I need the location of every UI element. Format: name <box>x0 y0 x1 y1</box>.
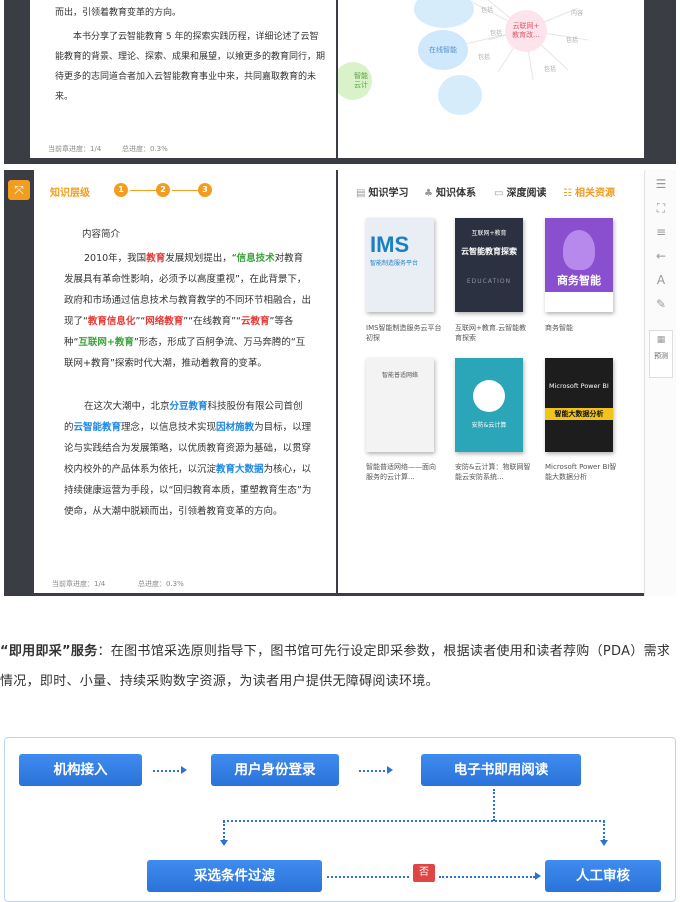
top-reader-left-page: 而出，引领着教育变革的方向。 本书分享了云智能教育 5 年的探索实践历程，详细论… <box>30 0 336 158</box>
flow-step-manual-review[interactable]: 人工审核 <box>545 860 661 892</box>
mindmap-lines <box>447 0 589 81</box>
flow-step-user-login[interactable]: 用户身份登录 <box>211 754 339 786</box>
reader-left-page: 知识层级 1 2 3 内容简介 2010年，我国教育发展规划提出，“信息技术对教… <box>34 170 336 593</box>
mindmap-spoke-label: 内容 <box>571 10 584 17</box>
list-icon: ▤ <box>356 188 366 199</box>
highlighted-term[interactable]: 信息技术 <box>237 253 275 264</box>
mindmap-spoke-label: 包括 <box>566 37 579 44</box>
tab-deep-reading[interactable]: ▭ 深度阅读 <box>494 184 546 199</box>
grid-icon: ▦ <box>656 335 666 345</box>
highlighted-term[interactable]: 分豆教育 <box>170 401 208 412</box>
paragraph-text: 理念，以信息技术实现 <box>121 422 217 433</box>
edit-icon[interactable]: ✎ <box>653 296 669 312</box>
knowledge-level-label: 知识层级 <box>50 188 90 199</box>
level-step-3[interactable]: 3 <box>198 183 212 197</box>
mindmap-spoke-label: 包括 <box>478 54 491 61</box>
book-cover[interactable]: 安防&云计算 <box>455 358 523 452</box>
paragraph-text: 2010年，我国 <box>84 253 147 264</box>
paragraph-text: ”“ <box>135 316 146 327</box>
flow-step-condition-filter[interactable]: 采选条件过滤 <box>147 860 322 892</box>
intro-title: 内容简介 <box>82 229 121 240</box>
no-badge: 否 <box>413 864 435 882</box>
highlighted-term[interactable]: 因材施教 <box>216 422 254 433</box>
book-title[interactable]: 互联网+教育.云智能教育探索 <box>455 323 531 343</box>
list-icon[interactable]: ≡ <box>653 224 669 240</box>
book-title[interactable]: 智能普适网络——面向服务的云计算... <box>366 462 442 482</box>
flow-step-institution-access[interactable]: 机构接入 <box>19 754 142 786</box>
mindmap-node-online[interactable]: 在线智能 <box>418 30 468 70</box>
mindmap-toggle-icon[interactable]: ⤧ <box>8 180 30 200</box>
service-text: ：在图书馆采选原则指导下，图书馆可先行设定即采参数，根据读者使用和读者荐购（PD… <box>0 644 671 689</box>
menu-icon[interactable]: ☰ <box>653 176 669 192</box>
mindmap-spoke-label: 包括 <box>490 30 503 37</box>
flow-connector <box>603 821 605 841</box>
flow-connector <box>359 770 389 772</box>
arrow-right-icon <box>387 766 393 774</box>
step-connector <box>130 190 156 191</box>
book-cover[interactable]: 智能普适网络 <box>366 358 434 452</box>
tab-related-resources[interactable]: ☷ 相关资源 <box>563 184 615 199</box>
highlighted-term[interactable]: 教育 <box>146 253 165 264</box>
flow-step-ebook-reading[interactable]: 电子书即用阅读 <box>421 754 581 786</box>
total-progress: 总进度：0.3% <box>138 580 184 588</box>
head-graphic-icon <box>563 230 595 270</box>
flow-connector <box>327 876 409 878</box>
intro-paragraph-2: 在这次大潮中，北京分豆教育科技股份有限公司首创的云智能教育理念，以信息技术实现因… <box>64 396 312 522</box>
arrow-right-icon <box>535 872 541 880</box>
arrow-right-icon <box>181 766 187 774</box>
mindmap-spoke-label: 包括 <box>544 66 557 73</box>
level-step-2[interactable]: 2 <box>156 183 170 197</box>
side-toolbar: ☰ ⛶ ≡ ← A ✎ ▦ 预测 <box>644 170 676 596</box>
highlighted-term[interactable]: 互联网+教育 <box>78 337 133 348</box>
fullscreen-icon[interactable]: ⛶ <box>653 200 669 216</box>
book-cover[interactable]: Microsoft Power BI 智能大数据分析 <box>545 358 613 452</box>
hierarchy-icon: ♣ <box>424 188 433 199</box>
tab-knowledge-learning[interactable]: ▤ 知识学习 <box>356 184 408 199</box>
tab-knowledge-system[interactable]: ♣ 知识体系 <box>424 184 476 199</box>
book-title[interactable]: 安防&云计算：物联网智能云安防系统... <box>455 462 531 482</box>
arrow-down-icon <box>600 840 608 846</box>
shield-graphic-icon <box>473 380 505 412</box>
paragraph-text: 在这次大潮中，北京 <box>84 401 170 412</box>
mindmap-spoke-label: 包括 <box>481 7 494 14</box>
book-cover[interactable]: IMS 智能制造服务平台 <box>366 218 434 312</box>
font-size-icon[interactable]: A <box>653 272 669 288</box>
doc-icon: ▭ <box>494 188 504 199</box>
flow-connector <box>439 876 535 878</box>
service-title: “即用即采”服务 <box>0 644 98 659</box>
flow-connector <box>223 820 605 822</box>
book-cover[interactable]: 商务智能 <box>545 218 613 312</box>
mindmap-center-node[interactable]: 云联网+ 教育改... <box>505 10 547 52</box>
paragraph-tail: 而出，引领着教育变革的方向。 <box>55 8 182 18</box>
paragraph-text: 发展规划提出，“ <box>165 253 237 264</box>
highlighted-term[interactable]: 教育大数据 <box>216 464 264 475</box>
flow-connector <box>153 770 183 772</box>
procurement-flowchart: 机构接入 用户身份登录 电子书即用阅读 采选条件过滤 否 人工审核 <box>4 737 676 902</box>
chapter-progress: 当前章进度：1/4 <box>48 145 102 153</box>
book-cover[interactable]: 互联网+教育 云智能教育探索 EDUCATION <box>455 218 523 312</box>
related-panel-button[interactable]: ▦ 预测 <box>649 330 673 378</box>
step-connector <box>172 190 198 191</box>
mindmap-node-bottom[interactable] <box>438 75 482 115</box>
highlighted-term[interactable]: 网络教育 <box>145 316 183 327</box>
total-progress: 总进度：0.3% <box>122 145 168 153</box>
level-step-1[interactable]: 1 <box>114 183 128 197</box>
paragraph-summary: 本书分享了云智能教育 5 年的探索实践历程，详细论述了云智能教育的背景、理论、探… <box>55 32 326 102</box>
paragraph-text: ”“在线教育”“ <box>183 316 241 327</box>
book-title[interactable]: Microsoft Power BI智能大数据分析 <box>545 462 621 482</box>
arrow-down-icon <box>220 840 228 846</box>
flow-connector <box>223 821 225 841</box>
highlighted-term[interactable]: 教育信息化 <box>88 316 136 327</box>
back-icon[interactable]: ← <box>653 248 669 264</box>
book-title[interactable]: 商务智能 <box>545 323 621 333</box>
book-title[interactable]: IMS智能制造服务云平台初探 <box>366 323 442 343</box>
highlighted-term[interactable]: 云教育 <box>241 316 270 327</box>
chapter-progress: 当前章进度：1/4 <box>52 580 106 588</box>
resource-icon: ☷ <box>563 188 572 199</box>
service-description: “即用即采”服务：在图书馆采选原则指导下，图书馆可先行设定即采参数，根据读者使用… <box>0 637 680 697</box>
mindmap-page: 在线智能 云联网+ 教育改... 智能 云计 内容 包括 包括 包括 包括 包括 <box>338 0 644 158</box>
highlighted-term[interactable]: 云智能教育 <box>74 422 122 433</box>
flow-connector <box>493 789 495 821</box>
intro-paragraph-1: 2010年，我国教育发展规划提出，“信息技术对教育发展具有革命性影响，必须予以高… <box>64 248 312 374</box>
